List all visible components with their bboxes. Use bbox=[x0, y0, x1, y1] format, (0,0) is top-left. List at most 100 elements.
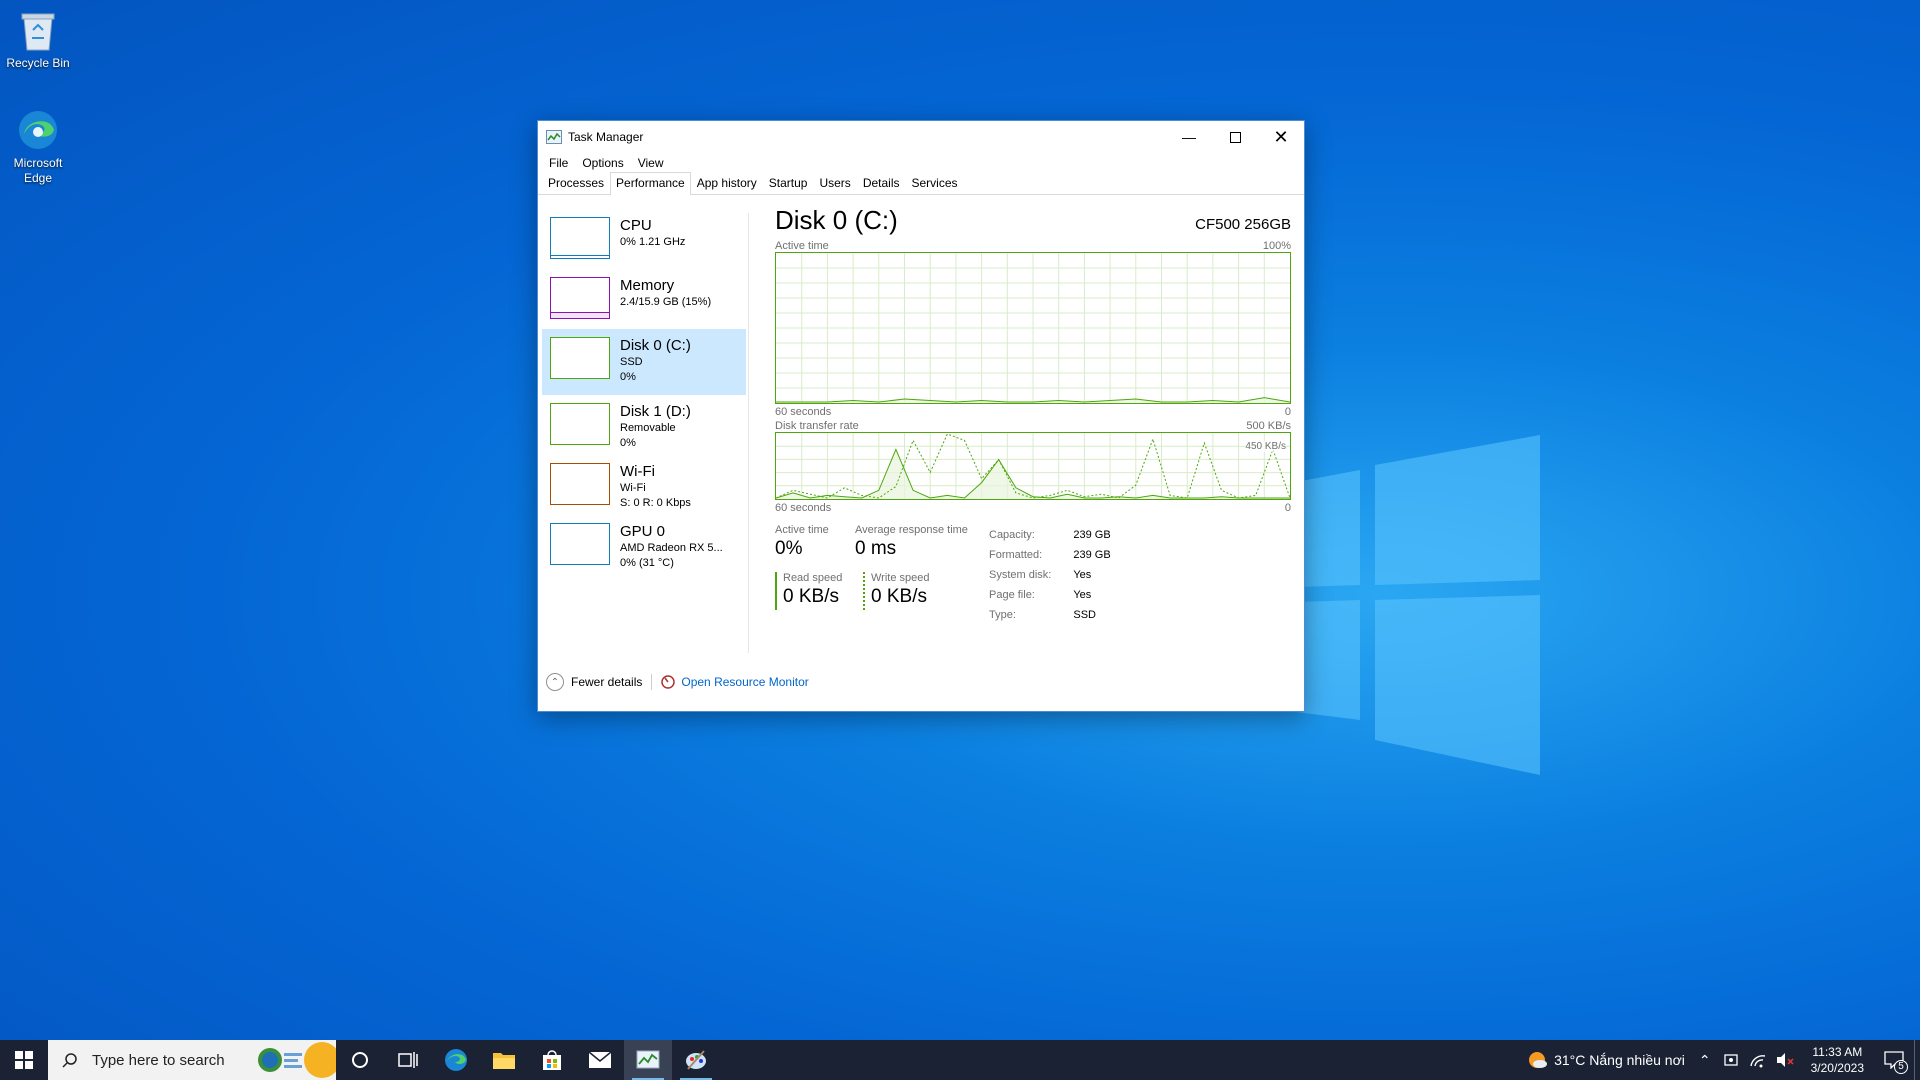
sidebar-item-detail: 0% 1.21 GHz bbox=[620, 236, 686, 248]
taskbar-file-explorer[interactable] bbox=[480, 1040, 528, 1080]
menu-file[interactable]: File bbox=[542, 156, 575, 170]
prop-key: Capacity: bbox=[989, 529, 1035, 541]
prop-key: Type: bbox=[989, 609, 1016, 621]
task-manager-icon bbox=[546, 130, 562, 144]
taskbar-search-box[interactable]: Type here to search bbox=[48, 1040, 336, 1080]
disk-properties: Capacity: 239 GB Formatted: 239 GB System … bbox=[987, 524, 1133, 626]
menu-options[interactable]: Options bbox=[575, 156, 630, 170]
close-button[interactable]: ✕ bbox=[1258, 121, 1304, 153]
close-icon: ✕ bbox=[1273, 126, 1289, 147]
taskbar-task-manager[interactable] bbox=[624, 1040, 672, 1080]
volume-muted-icon[interactable] bbox=[1775, 1052, 1795, 1068]
prop-value: 239 GB bbox=[1073, 549, 1111, 561]
active-time-graph bbox=[775, 252, 1291, 404]
write-speed-value: 0 KB/s bbox=[871, 586, 927, 607]
prop-key: Formatted: bbox=[989, 549, 1043, 561]
taskbar: Type here to search 31°C Nắng nhiều nơi … bbox=[0, 1040, 1920, 1080]
sidebar-item-name: Disk 0 (C:) bbox=[620, 337, 691, 354]
task-view-button[interactable] bbox=[384, 1040, 432, 1080]
taskbar-edge[interactable] bbox=[432, 1040, 480, 1080]
mail-icon bbox=[588, 1051, 612, 1068]
gpu-thumbnail-graph bbox=[550, 523, 610, 565]
tab-users[interactable]: Users bbox=[813, 172, 856, 194]
cortana-icon bbox=[352, 1052, 368, 1068]
menu-view[interactable]: View bbox=[631, 156, 671, 170]
weather-sun-icon bbox=[1529, 1052, 1548, 1068]
transfer-rate-graph-label: Disk transfer rate bbox=[775, 420, 859, 432]
tab-details[interactable]: Details bbox=[857, 172, 906, 194]
clock-date: 3/20/2023 bbox=[1810, 1061, 1864, 1075]
title-bar[interactable]: Task Manager — ✕ bbox=[538, 121, 1304, 153]
sidebar-item-detail: Wi-Fi bbox=[620, 482, 646, 494]
sidebar-item-disk-1[interactable]: Disk 1 (D:) Removable 0% bbox=[542, 395, 746, 455]
menu-bar: File Options View bbox=[538, 153, 1304, 173]
chevron-up-icon[interactable]: ⌃ bbox=[1699, 1052, 1711, 1069]
read-speed-value: 0 KB/s bbox=[783, 586, 839, 607]
chevron-up-icon: ⌃ bbox=[546, 673, 564, 691]
transfer-rate-chart bbox=[775, 433, 1291, 499]
store-icon bbox=[543, 1050, 561, 1070]
meet-now-icon[interactable] bbox=[1723, 1052, 1739, 1068]
search-icon bbox=[62, 1053, 77, 1068]
notification-center-button[interactable]: 5 bbox=[1874, 1040, 1914, 1080]
cortana-button[interactable] bbox=[336, 1040, 384, 1080]
tab-services[interactable]: Services bbox=[906, 172, 964, 194]
tab-processes[interactable]: Processes bbox=[542, 172, 610, 194]
performance-panel: CPU 0% 1.21 GHz Memory 2.4/15.9 GB (15%)… bbox=[538, 195, 1304, 665]
fewer-details-link[interactable]: Fewer details bbox=[571, 675, 642, 689]
tab-startup[interactable]: Startup bbox=[763, 172, 814, 194]
read-speed-label: Read speed bbox=[783, 572, 843, 584]
sidebar-item-cpu[interactable]: CPU 0% 1.21 GHz bbox=[542, 209, 746, 269]
sidebar-item-gpu-0[interactable]: GPU 0 AMD Radeon RX 5... 0% (31 °C) bbox=[542, 515, 746, 575]
taskbar-settings-app[interactable] bbox=[672, 1040, 720, 1080]
show-desktop-button[interactable] bbox=[1914, 1040, 1920, 1080]
task-manager-icon bbox=[636, 1050, 660, 1069]
sidebar-item-wifi[interactable]: Wi-Fi Wi-Fi S: 0 R: 0 Kbps bbox=[542, 455, 746, 515]
detail-title: Disk 0 (C:) bbox=[775, 205, 898, 235]
sidebar-item-disk-0[interactable]: Disk 0 (C:) SSD 0% bbox=[542, 329, 746, 395]
tab-performance[interactable]: Performance bbox=[610, 172, 691, 195]
disk-detail-pane: Disk 0 (C:) CF500 256GB Active time 100%… bbox=[775, 205, 1291, 626]
taskbar-store[interactable] bbox=[528, 1040, 576, 1080]
weather-text[interactable]: 31°C Nắng nhiều nơi bbox=[1554, 1052, 1685, 1068]
active-time-graph-label: Active time bbox=[775, 240, 829, 252]
recycle-bin-icon bbox=[14, 6, 62, 54]
taskbar-clock[interactable]: 11:33 AM 3/20/2023 bbox=[1801, 1044, 1874, 1076]
sidebar-item-name: Wi-Fi bbox=[620, 463, 655, 480]
clock-time: 11:33 AM bbox=[1812, 1045, 1863, 1059]
resource-monitor-icon bbox=[661, 675, 676, 689]
prop-value: Yes bbox=[1073, 589, 1092, 601]
folder-icon bbox=[493, 1053, 515, 1069]
network-icon[interactable] bbox=[1749, 1052, 1767, 1068]
sidebar-item-usage: 0% bbox=[620, 437, 636, 449]
disk1-thumbnail-graph bbox=[550, 403, 610, 445]
resource-list: CPU 0% 1.21 GHz Memory 2.4/15.9 GB (15%)… bbox=[542, 209, 746, 575]
prop-value: Yes bbox=[1073, 569, 1092, 581]
maximize-icon bbox=[1229, 131, 1241, 143]
edge-icon bbox=[445, 1049, 467, 1071]
task-manager-window: Task Manager — ✕ File Options View Proce… bbox=[537, 120, 1305, 712]
window-title: Task Manager bbox=[568, 130, 644, 144]
maximize-button[interactable] bbox=[1212, 121, 1258, 153]
window-footer: ⌃ Fewer details Open Resource Monitor bbox=[546, 673, 809, 691]
open-resource-monitor-link[interactable]: Open Resource Monitor bbox=[681, 675, 808, 689]
prop-value: 239 GB bbox=[1073, 529, 1111, 541]
sidebar-item-detail: Removable bbox=[620, 422, 676, 434]
sidebar-item-memory[interactable]: Memory 2.4/15.9 GB (15%) bbox=[542, 269, 746, 329]
desktop-icon-recycle-bin[interactable]: Recycle Bin bbox=[0, 6, 76, 71]
footer-divider bbox=[651, 674, 653, 690]
panel-divider bbox=[748, 213, 749, 653]
tab-app-history[interactable]: App history bbox=[691, 172, 763, 194]
tab-strip: Processes Performance App history Startu… bbox=[538, 172, 1304, 195]
sidebar-item-usage: 0% (31 °C) bbox=[620, 557, 674, 569]
desktop-icon-edge[interactable]: Microsoft Edge bbox=[0, 106, 76, 186]
sidebar-item-detail: AMD Radeon RX 5... bbox=[620, 542, 723, 554]
taskbar-mail[interactable] bbox=[576, 1040, 624, 1080]
search-placeholder: Type here to search bbox=[92, 1051, 225, 1069]
desktop-icon-label: Recycle Bin bbox=[6, 56, 70, 70]
x-axis-right-label: 0 bbox=[1284, 406, 1291, 418]
start-button[interactable] bbox=[0, 1040, 48, 1080]
cpu-thumbnail-graph bbox=[550, 217, 610, 259]
sidebar-item-detail: SSD bbox=[620, 356, 643, 368]
minimize-button[interactable]: — bbox=[1166, 121, 1212, 153]
